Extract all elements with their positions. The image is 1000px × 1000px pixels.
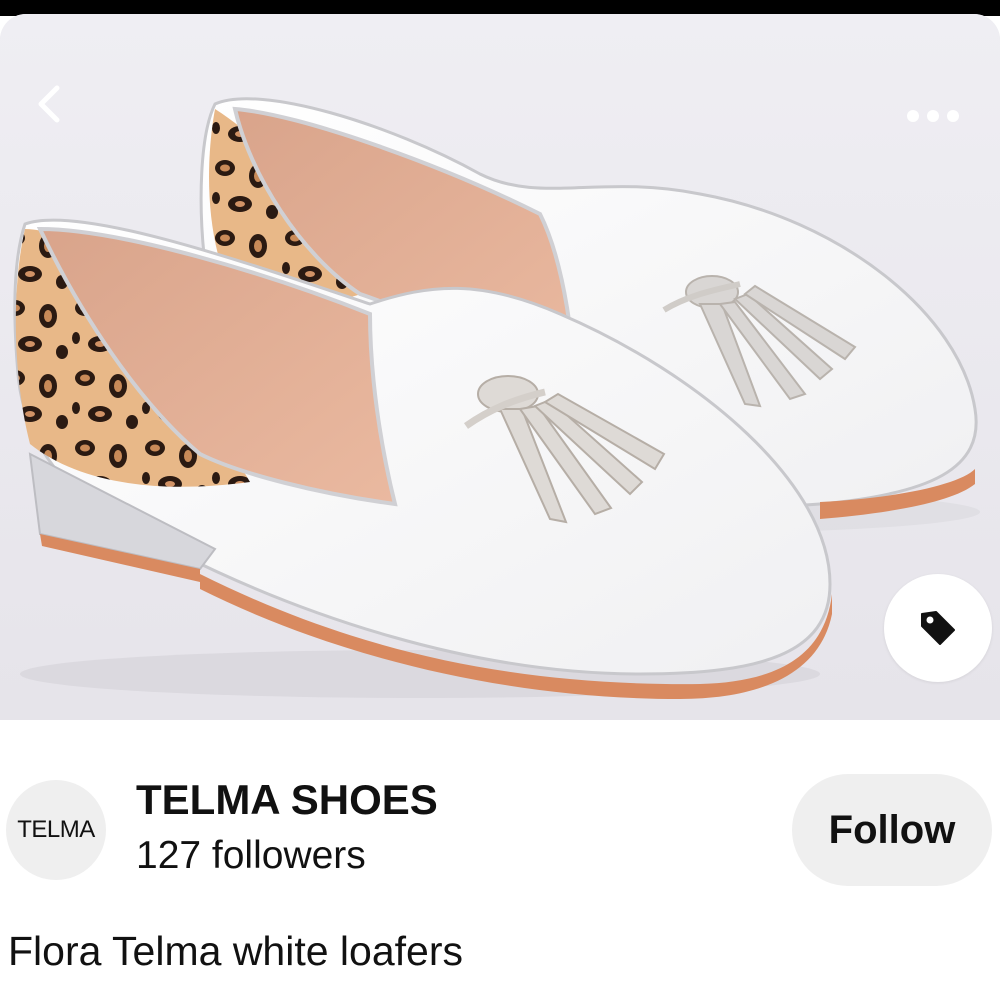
more-horizontal-icon <box>907 110 959 122</box>
chevron-left-icon <box>38 85 60 123</box>
product-tag-button[interactable] <box>884 574 992 682</box>
creator-row: TELMA TELMA SHOES 127 followers Follow <box>0 770 1000 890</box>
pin-title: Flora Telma white loafers <box>8 928 463 974</box>
follow-button[interactable]: Follow <box>792 774 992 886</box>
more-options-button[interactable] <box>895 94 971 138</box>
follower-count: 127 followers <box>136 834 366 877</box>
avatar[interactable]: TELMA <box>6 780 106 880</box>
back-button[interactable] <box>22 76 78 132</box>
price-tag-icon <box>921 611 955 645</box>
pin-image[interactable] <box>0 14 1000 720</box>
creator-name[interactable]: TELMA SHOES <box>136 776 438 824</box>
avatar-text: TELMA <box>17 816 95 843</box>
pin-image-container[interactable] <box>0 14 1000 720</box>
